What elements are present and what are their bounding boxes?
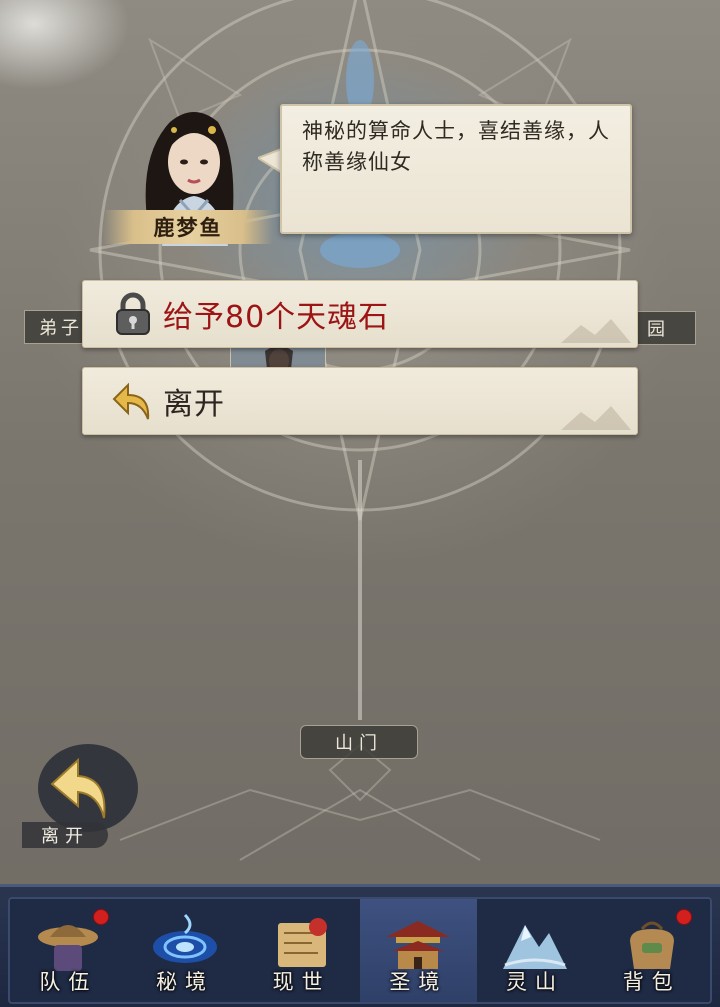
ink-mountain-decoration [561, 406, 631, 430]
bottom-navigation-bar: 队伍 秘境 现世 圣境 灵山 背包 [0, 884, 720, 1007]
nav-label-present-world: 现世 [272, 970, 331, 994]
nav-label-secret-realm: 秘境 [156, 970, 214, 994]
lock-icon [109, 290, 157, 338]
option-give-stones-button[interactable]: 给予80个天魂石 [82, 280, 638, 348]
option-leave-button[interactable]: 离开 [82, 367, 638, 435]
npc-name-plate: 鹿梦鱼 [103, 210, 273, 244]
leave-map-label: 离开 [22, 822, 108, 848]
nav-tab-backpack[interactable]: 背包 [593, 899, 710, 1002]
nav-label-sacred-realm: 圣境 [389, 970, 448, 994]
option-give-label: 给予80个天魂石 [163, 300, 390, 335]
option-leave-label: 离开 [163, 387, 225, 422]
ink-mountain-decoration [561, 319, 631, 343]
return-arrow-icon [109, 377, 157, 425]
nav-tab-team[interactable]: 队伍 [10, 899, 127, 1002]
notification-badge [676, 909, 693, 925]
nav-tab-sacred-realm[interactable]: 圣境 [360, 899, 477, 1002]
nav-label-backpack: 背包 [622, 970, 681, 994]
nav-tab-present-world[interactable]: 现世 [243, 899, 360, 1002]
location-label-mountain-gate[interactable]: 山门 [300, 725, 418, 759]
hidden-portrait-thumbnail [230, 346, 326, 368]
nav-label-spirit-mountain: 灵山 [506, 970, 565, 994]
npc-description-text: 神秘的算命人士，喜结善缘，人称善缘仙女 [302, 119, 610, 174]
nav-tab-secret-realm[interactable]: 秘境 [127, 899, 244, 1002]
bottom-navigation-tabs: 队伍 秘境 现世 圣境 灵山 背包 [8, 897, 712, 1004]
nav-tab-spirit-mountain[interactable]: 灵山 [477, 899, 594, 1002]
npc-speech-bubble: 神秘的算命人士，喜结善缘，人称善缘仙女 [280, 104, 632, 234]
notification-badge [92, 909, 109, 925]
map-background: 弟子 园 山门 鹿梦鱼 神秘的算命人士，喜结善缘，人称善缘仙女 给予80个天魂石… [0, 0, 720, 1007]
nav-label-team: 队伍 [39, 970, 98, 994]
